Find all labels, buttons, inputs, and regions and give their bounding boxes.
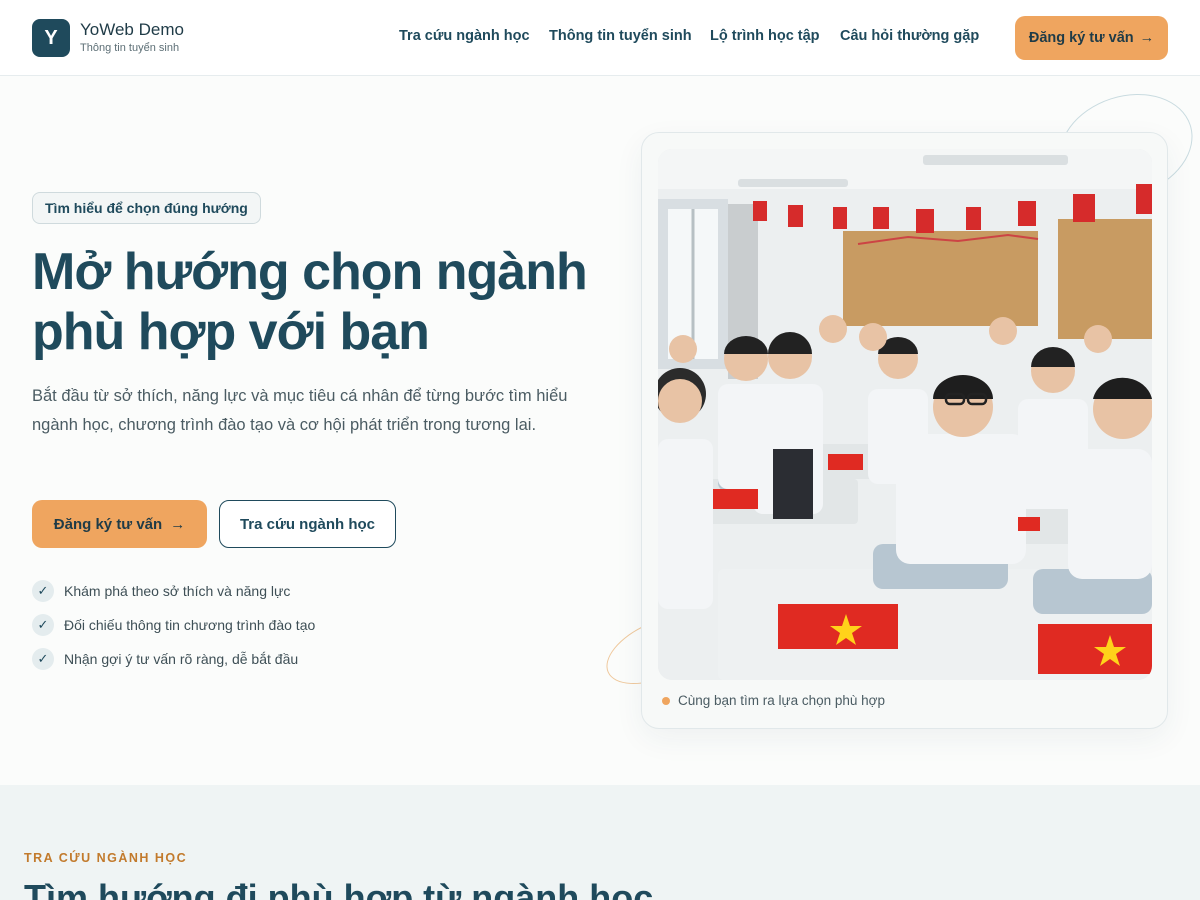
arrow-right-icon: → (170, 515, 186, 533)
hero-section: Tìm hiểu để chọn đúng hướng Mở hướng chọ… (0, 76, 1200, 785)
section-eyebrow: TRA CỨU NGÀNH HỌC (24, 851, 188, 865)
benefit-text: Nhận gợi ý tư vấn rõ ràng, dễ bắt đầu (64, 651, 299, 667)
classroom-illustration (658, 149, 1152, 680)
caption-dot-icon (662, 696, 670, 705)
brand-subtitle: Thông tin tuyển sinh (80, 42, 180, 54)
section-title: Tìm hướng đi phù hợp từ ngành học (24, 877, 654, 900)
header-register-button[interactable]: Đăng ký tư vấn → (1015, 16, 1168, 60)
classroom-photo (658, 149, 1152, 680)
check-icon: ✓ (32, 614, 54, 636)
brand-name[interactable]: YoWeb Demo (80, 20, 184, 40)
site-header: Y YoWeb Demo Thông tin tuyển sinh Tra cứ… (0, 0, 1200, 76)
hero-title: Mở hướng chọn ngành phù hợp với bạn (32, 242, 612, 362)
hero-eyebrow-badge: Tìm hiểu để chọn đúng hướng (32, 192, 261, 224)
majors-section: TRA CỨU NGÀNH HỌC Tìm hướng đi phù hợp t… (0, 785, 1200, 900)
nav-link-lo-trinh-hoc-tap[interactable]: Lộ trình học tập (710, 28, 820, 44)
benefit-text: Khám phá theo sở thích và năng lực (64, 583, 291, 599)
hero-title-line-2: phù hợp với bạn (32, 303, 430, 361)
image-caption-text: Cùng bạn tìm ra lựa chọn phù hợp (678, 693, 886, 708)
nav-link-cau-hoi-thuong-gap[interactable]: Câu hỏi thường gặp (840, 28, 979, 44)
hero-eyebrow-text: Tìm hiểu để chọn đúng hướng (45, 200, 248, 216)
hero-search-majors-label: Tra cứu ngành học (239, 515, 376, 533)
hero-register-label: Đăng ký tư vấn (53, 515, 163, 533)
arrow-right-icon: → (1139, 30, 1155, 46)
nav-link-tra-cuu-nganh-hoc[interactable]: Tra cứu ngành học (399, 28, 530, 44)
image-caption: Cùng bạn tìm ra lựa chọn phù hợp (662, 693, 885, 708)
header-register-label: Đăng ký tư vấn (1028, 30, 1134, 46)
nav-link-thong-tin-tuyen-sinh[interactable]: Thông tin tuyển sinh (549, 28, 692, 44)
benefit-item: ✓ Khám phá theo sở thích và năng lực (32, 579, 290, 603)
hero-description: Bắt đầu từ sở thích, năng lực và mục tiê… (32, 387, 568, 434)
hero-image-card: Cùng bạn tìm ra lựa chọn phù hợp (641, 132, 1168, 729)
hero-title-line-1: Mở hướng chọn ngành (32, 243, 588, 301)
logo[interactable]: Y (32, 19, 70, 57)
hero-search-majors-button[interactable]: Tra cứu ngành học (219, 500, 396, 548)
check-icon: ✓ (32, 648, 54, 670)
hero-register-button[interactable]: Đăng ký tư vấn → (32, 500, 207, 548)
check-icon: ✓ (32, 580, 54, 602)
benefit-item: ✓ Nhận gợi ý tư vấn rõ ràng, dễ bắt đầu (32, 647, 298, 671)
benefit-text: Đối chiếu thông tin chương trình đào tạo (64, 617, 316, 633)
benefit-item: ✓ Đối chiếu thông tin chương trình đào t… (32, 613, 315, 637)
logo-letter: Y (44, 26, 58, 49)
